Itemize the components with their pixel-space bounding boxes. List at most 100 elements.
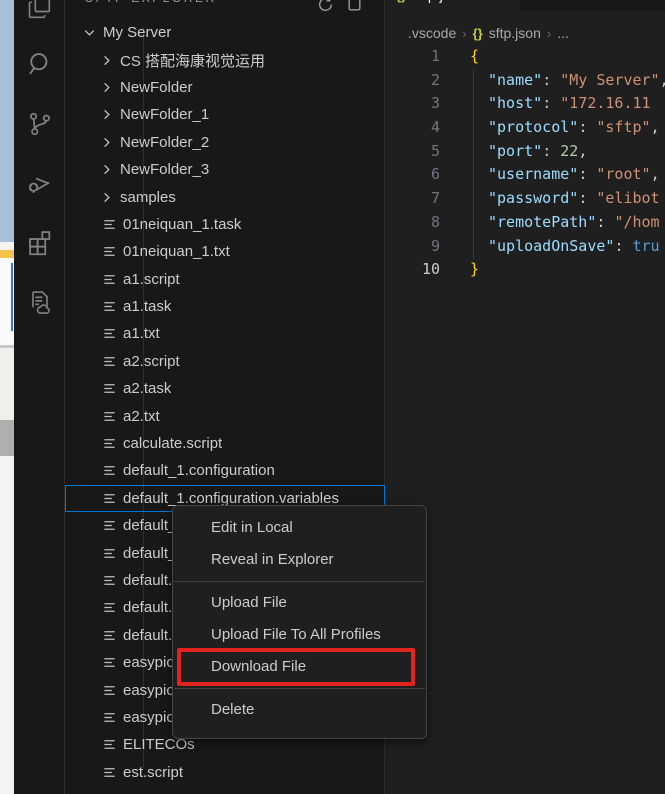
menu-separator [174, 581, 425, 582]
file-icon [100, 298, 118, 316]
breadcrumb: .vscode › {} sftp.json › ... [408, 24, 569, 42]
menu-item-upload-file-to-all-profiles[interactable]: Upload File To All Profiles [173, 619, 426, 651]
code-line: 4"protocol": "sftp", [386, 116, 665, 140]
tree-item-label: a1.txt [123, 325, 160, 342]
tree-item[interactable]: CS 搭配海康视觉运用 [65, 46, 385, 73]
explorer-icon[interactable] [26, 0, 54, 22]
line-number: 1 [386, 45, 440, 69]
json-file-icon: {} [396, 0, 406, 3]
tree-item-label: NewFolder_3 [120, 161, 209, 178]
tree-item-label: easypic [123, 682, 174, 699]
tree-item-label: default. [123, 572, 172, 589]
tree-item[interactable]: My Server [65, 19, 385, 46]
source-control-icon[interactable] [26, 110, 54, 138]
menu-item-upload-file[interactable]: Upload File [173, 587, 426, 619]
tree-item-label: a1.task [123, 298, 171, 315]
file-icon [100, 654, 118, 672]
tree-item[interactable]: a1.txt [65, 320, 385, 347]
close-icon[interactable]: × [472, 0, 480, 3]
sidebar-header: SFTP EXPLORER [65, 0, 385, 12]
code-line: 6 "username": "root", [386, 163, 665, 187]
file-icon [100, 763, 118, 781]
code-line: 10} [386, 258, 665, 282]
tree-item-label: default_1.configuration [123, 462, 275, 479]
tree-item[interactable]: NewFolder_1 [65, 101, 385, 128]
code-line-text: "host": "172.16.11 [470, 92, 651, 116]
tree-item[interactable]: 01neiquan_1.txt [65, 238, 385, 265]
refresh-icon[interactable] [317, 0, 334, 12]
run-and-debug-icon[interactable] [26, 168, 54, 196]
chevron-right-icon [97, 188, 115, 206]
code-editor[interactable]: 1 {2 "name": "My Server", 3 "host": "172.16.… [386, 45, 665, 282]
menu-item-download-file[interactable]: Download File [173, 651, 426, 683]
code-line-text: { [470, 45, 479, 69]
tree-item-label: calculate.script [123, 435, 222, 452]
tree-item-label: easypic [123, 709, 174, 726]
tree-item[interactable]: a2.txt [65, 402, 385, 429]
code-line: 5"port": 22, [386, 140, 665, 164]
code-line: 9 "uploadOnSave": tru [386, 235, 665, 259]
tree-item-label: default. [123, 599, 172, 616]
tree-item[interactable]: NewFolder_3 [65, 156, 385, 183]
code-line-text: "port": 22, [470, 140, 587, 164]
breadcrumb-more[interactable]: ... [557, 25, 569, 41]
chevron-right-icon: › [547, 26, 551, 41]
tree-item-label: 01neiquan_1.task [123, 216, 241, 233]
tree-item-label: a2.script [123, 353, 180, 370]
menu-item-edit-in-local[interactable]: Edit in Local [173, 512, 426, 544]
line-number: 9 [386, 235, 440, 259]
line-number: 2 [386, 69, 440, 93]
breadcrumb-file[interactable]: sftp.json [489, 25, 541, 41]
line-number: 3 [386, 92, 440, 116]
file-icon [100, 352, 118, 370]
tree-item-label: default_ [123, 517, 176, 534]
sftp-explorer-icon[interactable] [26, 288, 54, 316]
background-segment [0, 250, 14, 258]
background-segment [0, 348, 14, 420]
code-line-text: "username": "root", [470, 163, 660, 187]
code-line-text: "password": "elibot [470, 187, 660, 211]
background-segment [0, 456, 14, 794]
tree-item[interactable]: NewFolder [65, 74, 385, 101]
code-line: 7"password": "elibot [386, 187, 665, 211]
file-icon [100, 708, 118, 726]
search-icon[interactable] [26, 50, 54, 78]
file-icon [100, 325, 118, 343]
line-number: 8 [386, 211, 440, 235]
file-icon [100, 489, 118, 507]
tree-item-label: NewFolder_1 [120, 106, 209, 123]
chevron-down-icon [80, 24, 98, 42]
line-number: 10 [386, 258, 440, 282]
file-icon [100, 243, 118, 261]
chevron-right-icon [97, 161, 115, 179]
menu-item-delete[interactable]: Delete [173, 694, 426, 726]
tree-item-label: My Server [103, 24, 171, 41]
square-icon[interactable] [346, 0, 363, 12]
tree-item[interactable]: a2.script [65, 348, 385, 375]
background-segment [0, 420, 14, 456]
code-line-text: "name": "My Server", [470, 69, 665, 93]
tree-item[interactable]: NewFolder_2 [65, 129, 385, 156]
code-line: 3 "host": "172.16.11 [386, 92, 665, 116]
tree-item-label: a1.script [123, 271, 180, 288]
tree-item[interactable]: default_1.configuration [65, 457, 385, 484]
tree-item[interactable]: est.script [65, 759, 385, 786]
breadcrumb-folder[interactable]: .vscode [408, 25, 456, 41]
line-number: 6 [386, 163, 440, 187]
background-segment [0, 0, 14, 242]
extensions-icon[interactable] [26, 228, 54, 256]
tree-item[interactable]: a1.script [65, 266, 385, 293]
tree-item[interactable]: a1.task [65, 293, 385, 320]
tab-sftp-json[interactable]: {} sftp.json × [386, 0, 520, 10]
menu-item-reveal-in-explorer[interactable]: Reveal in Explorer [173, 544, 426, 576]
tree-item-label: samples [120, 189, 176, 206]
file-icon [100, 626, 118, 644]
tree-item[interactable]: calculate.script [65, 430, 385, 457]
tree-item-label: a2.task [123, 380, 171, 397]
code-line-text: "uploadOnSave": tru [470, 235, 660, 259]
tree-item-label: CS 搭配海康视觉运用 [120, 50, 265, 71]
tree-item[interactable]: a2.task [65, 375, 385, 402]
chevron-right-icon [97, 51, 115, 69]
tree-item[interactable]: samples [65, 183, 385, 210]
tree-item[interactable]: 01neiquan_1.task [65, 211, 385, 238]
